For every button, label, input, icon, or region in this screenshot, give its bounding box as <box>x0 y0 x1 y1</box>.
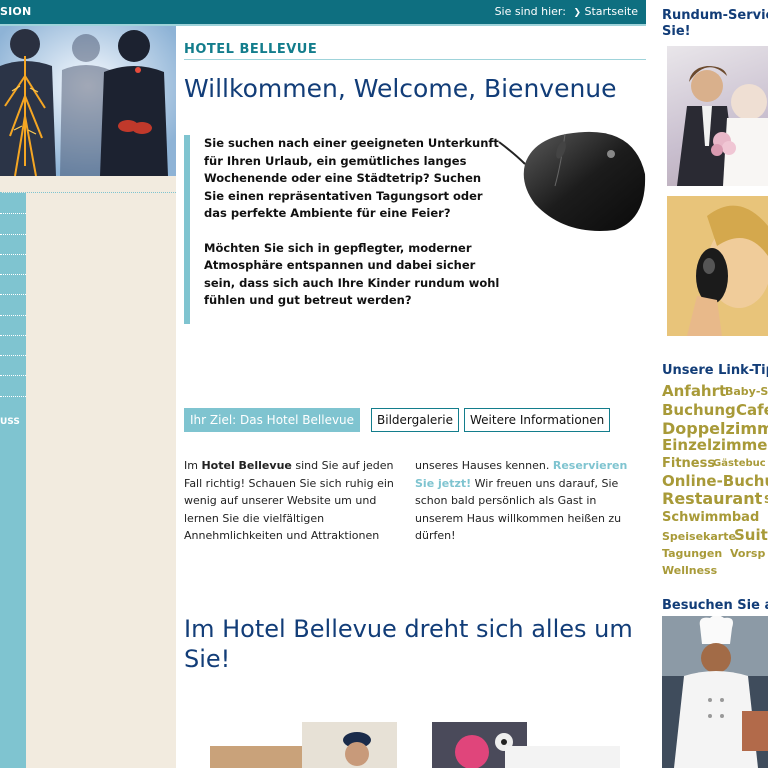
nav-separator <box>0 396 26 397</box>
top-bar: SION Sie sind hier: ❯ Startseite <box>0 0 646 26</box>
nav-separator <box>0 294 26 295</box>
brand-title: HOTEL BELLEVUE <box>184 42 646 60</box>
service-heading-line2: Sie! <box>662 24 691 39</box>
nav-separator <box>0 254 26 255</box>
tag-link-baby[interactable]: Baby-S <box>725 385 768 398</box>
anatomy-hero-image <box>0 26 176 176</box>
nav-separator <box>0 274 26 275</box>
text-column-right: unseres Hauses kennen. Reservieren Sie j… <box>415 457 639 545</box>
tag-link-speisekarte[interactable]: Speisekarte <box>662 530 736 543</box>
tag-link-einzelzimmer[interactable]: Einzelzimmer <box>662 436 768 454</box>
tag-link-buchung[interactable]: Buchung <box>662 401 736 419</box>
tag-link-vorspeisen[interactable]: Vorsp <box>730 547 765 560</box>
text-column-left: Im Hotel Bellevue sind Sie auf jeden Fal… <box>184 457 408 545</box>
computer-mouse-image <box>495 124 647 234</box>
tab-weitere-informationen[interactable]: Weitere Informationen <box>464 408 611 432</box>
service-heading: Rundum-Servic <box>662 8 768 23</box>
tag-link-gaestebuch[interactable]: Gästebuc <box>713 458 766 469</box>
tag-link-tagungen[interactable]: Tagungen <box>662 547 722 560</box>
tag-link-wellness[interactable]: Wellness <box>662 564 717 577</box>
link-tips-heading: Unsere Link-Tip <box>662 363 768 378</box>
tag-link-s[interactable]: S <box>764 493 768 506</box>
woman-with-mirror-image[interactable] <box>667 196 768 336</box>
chef-image[interactable] <box>662 616 768 768</box>
tag-link-schwimmbad[interactable]: Schwimmbad <box>662 510 759 525</box>
nav-separator <box>0 315 26 316</box>
left-divider <box>0 192 176 193</box>
col2-text-pre: unseres Hauses kennen. <box>415 459 553 472</box>
section-heading: Im Hotel Bellevue dreht sich alles um Si… <box>184 615 633 673</box>
page-title: Willkommen, Welcome, Bienvenue <box>184 74 617 103</box>
tag-link-restaurant[interactable]: Restaurant <box>662 489 762 508</box>
version-label: SION <box>0 5 32 18</box>
nav-separator <box>0 375 26 376</box>
left-navigation: USS <box>0 193 26 768</box>
breadcrumb: Sie sind hier: ❯ Startseite <box>495 5 638 18</box>
tag-link-cafe[interactable]: Café <box>736 401 768 419</box>
nav-item-partial-label[interactable]: USS <box>0 417 20 427</box>
visit-heading: Besuchen Sie a <box>662 598 768 613</box>
intro-paragraph-1: Sie suchen nach einer geeigneten Unterku… <box>204 136 499 220</box>
worker-thumbnail-image[interactable] <box>302 722 397 768</box>
breadcrumb-prefix: Sie sind hier: <box>494 5 566 18</box>
tag-link-suite[interactable]: Suite <box>734 526 768 544</box>
nav-separator <box>0 213 26 214</box>
tag-link-anfahrt[interactable]: Anfahrt <box>662 382 726 400</box>
intro-paragraph-2: Möchten Sie sich in gepflegter, moderner… <box>204 240 500 308</box>
intro-box: Sie suchen nach einer geeigneten Unterku… <box>184 135 504 324</box>
breadcrumb-home-link[interactable]: Startseite <box>584 5 638 18</box>
nav-separator <box>0 355 26 356</box>
nav-separator <box>0 234 26 235</box>
tag-link-fitness[interactable]: Fitness <box>662 456 715 471</box>
col1-hotel-name: Hotel Bellevue <box>201 459 292 472</box>
tab-hotel-bellevue[interactable]: Ihr Ziel: Das Hotel Bellevue <box>184 408 361 432</box>
tab-bildergalerie[interactable]: Bildergalerie <box>371 408 459 432</box>
wedding-couple-image[interactable] <box>667 46 768 186</box>
tag-link-online-buchung[interactable]: Online-Buchu <box>662 472 768 490</box>
col1-text-pre: Im <box>184 459 202 472</box>
chevron-right-icon: ❯ <box>573 8 581 18</box>
nav-separator <box>0 335 26 336</box>
thumbnail-image[interactable] <box>505 746 620 768</box>
